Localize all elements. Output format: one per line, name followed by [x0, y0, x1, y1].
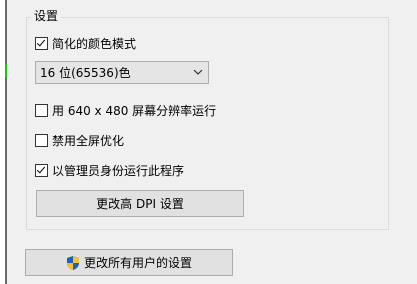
change-all-users-label: 更改所有用户的设置 — [83, 256, 192, 270]
run-640x480-checkbox[interactable] — [35, 103, 48, 117]
disable-fullscreen-label: 禁用全屏优化 — [52, 133, 125, 148]
chevron-down-icon — [193, 66, 203, 81]
settings-group-title: 设置 — [31, 8, 62, 24]
uac-shield-icon — [66, 255, 80, 271]
left-edge-indicator — [5, 64, 7, 78]
disable-fullscreen-checkbox[interactable] — [35, 133, 48, 147]
run-640x480-label: 用 640 x 480 屏幕分辨率运行 — [52, 103, 217, 118]
run-as-admin-label: 以管理员身份运行此程序 — [52, 163, 185, 178]
color-depth-value: 16 位(65536)色 — [40, 66, 131, 80]
change-high-dpi-label: 更改高 DPI 设置 — [96, 197, 184, 211]
change-all-users-settings-button[interactable]: 更改所有用户的设置 — [25, 249, 233, 276]
run-as-admin-option[interactable]: 以管理员身份运行此程序 — [35, 162, 184, 178]
left-edge-divider — [5, 0, 7, 284]
reduced-color-checkbox[interactable] — [35, 36, 48, 50]
run-as-admin-checkbox[interactable] — [35, 163, 48, 177]
reduced-color-label: 简化的颜色模式 — [52, 36, 137, 51]
reduced-color-mode-option[interactable]: 简化的颜色模式 — [35, 35, 136, 51]
run-640x480-option[interactable]: 用 640 x 480 屏幕分辨率运行 — [35, 102, 216, 118]
color-depth-select[interactable]: 16 位(65536)色 — [35, 61, 209, 84]
disable-fullscreen-optimization-option[interactable]: 禁用全屏优化 — [35, 132, 124, 148]
change-high-dpi-button[interactable]: 更改高 DPI 设置 — [36, 190, 244, 217]
